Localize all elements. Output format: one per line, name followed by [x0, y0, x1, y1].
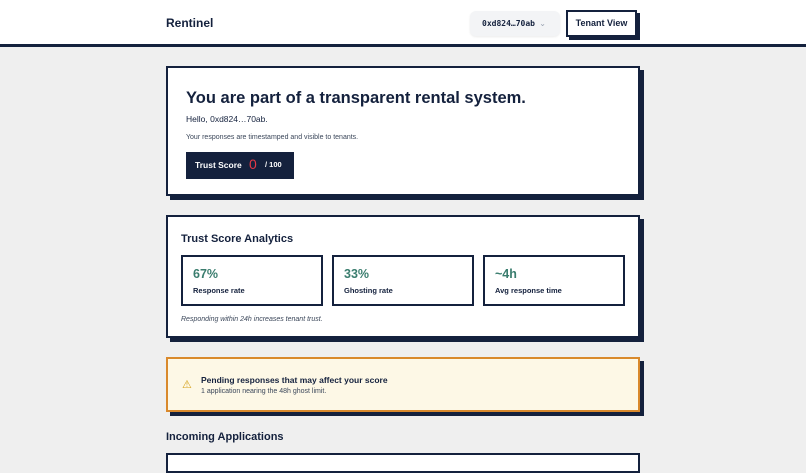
chevron-down-icon: ⌄ [539, 19, 546, 28]
stat-value: ~4h [495, 267, 517, 281]
applications-list-card [166, 453, 640, 473]
analytics-title: Trust Score Analytics [181, 233, 294, 245]
stat-value: 67% [193, 267, 219, 281]
wallet-address: 0xd824…70ab [482, 19, 535, 28]
page-title: You are part of a transparent rental sys… [186, 89, 526, 107]
pending-responses-alert: ⚠ Pending responses that may affect your… [166, 357, 640, 412]
stat-response-rate: 67% Response rate [181, 255, 323, 306]
transparency-note: Your responses are timestamped and visib… [186, 134, 359, 141]
incoming-applications-heading: Incoming Applications [166, 431, 284, 443]
stat-ghosting-rate: 33% Ghosting rate [332, 255, 474, 306]
alert-subtitle: 1 application nearing the 48h ghost limi… [201, 388, 327, 395]
wallet-dropdown[interactable]: 0xd824…70ab ⌄ [470, 11, 560, 36]
alert-title: Pending responses that may affect your s… [201, 375, 388, 385]
stat-label: Ghosting rate [344, 286, 393, 295]
stat-value: 33% [344, 267, 370, 281]
stat-label: Avg response time [495, 286, 562, 295]
analytics-card: Trust Score Analytics 67% Response rate … [166, 215, 640, 338]
warning-icon: ⚠ [182, 379, 192, 391]
welcome-card: You are part of a transparent rental sys… [166, 66, 640, 196]
stat-avg-response-time: ~4h Avg response time [483, 255, 625, 306]
trust-score-label: Trust Score [195, 160, 242, 170]
analytics-footnote: Responding within 24h increases tenant t… [181, 316, 323, 323]
trust-score-max: / 100 [265, 160, 282, 169]
brand-logo[interactable]: Rentinel [166, 16, 213, 30]
tenant-view-button[interactable]: Tenant View [566, 10, 637, 37]
trust-score-badge: Trust Score 0 / 100 [186, 152, 294, 179]
trust-score-value: 0 [249, 156, 257, 172]
top-bar: Rentinel 0xd824…70ab ⌄ Tenant View [0, 0, 806, 47]
greeting-text: Hello, 0xd824…70ab. [186, 114, 268, 124]
stat-label: Response rate [193, 286, 245, 295]
